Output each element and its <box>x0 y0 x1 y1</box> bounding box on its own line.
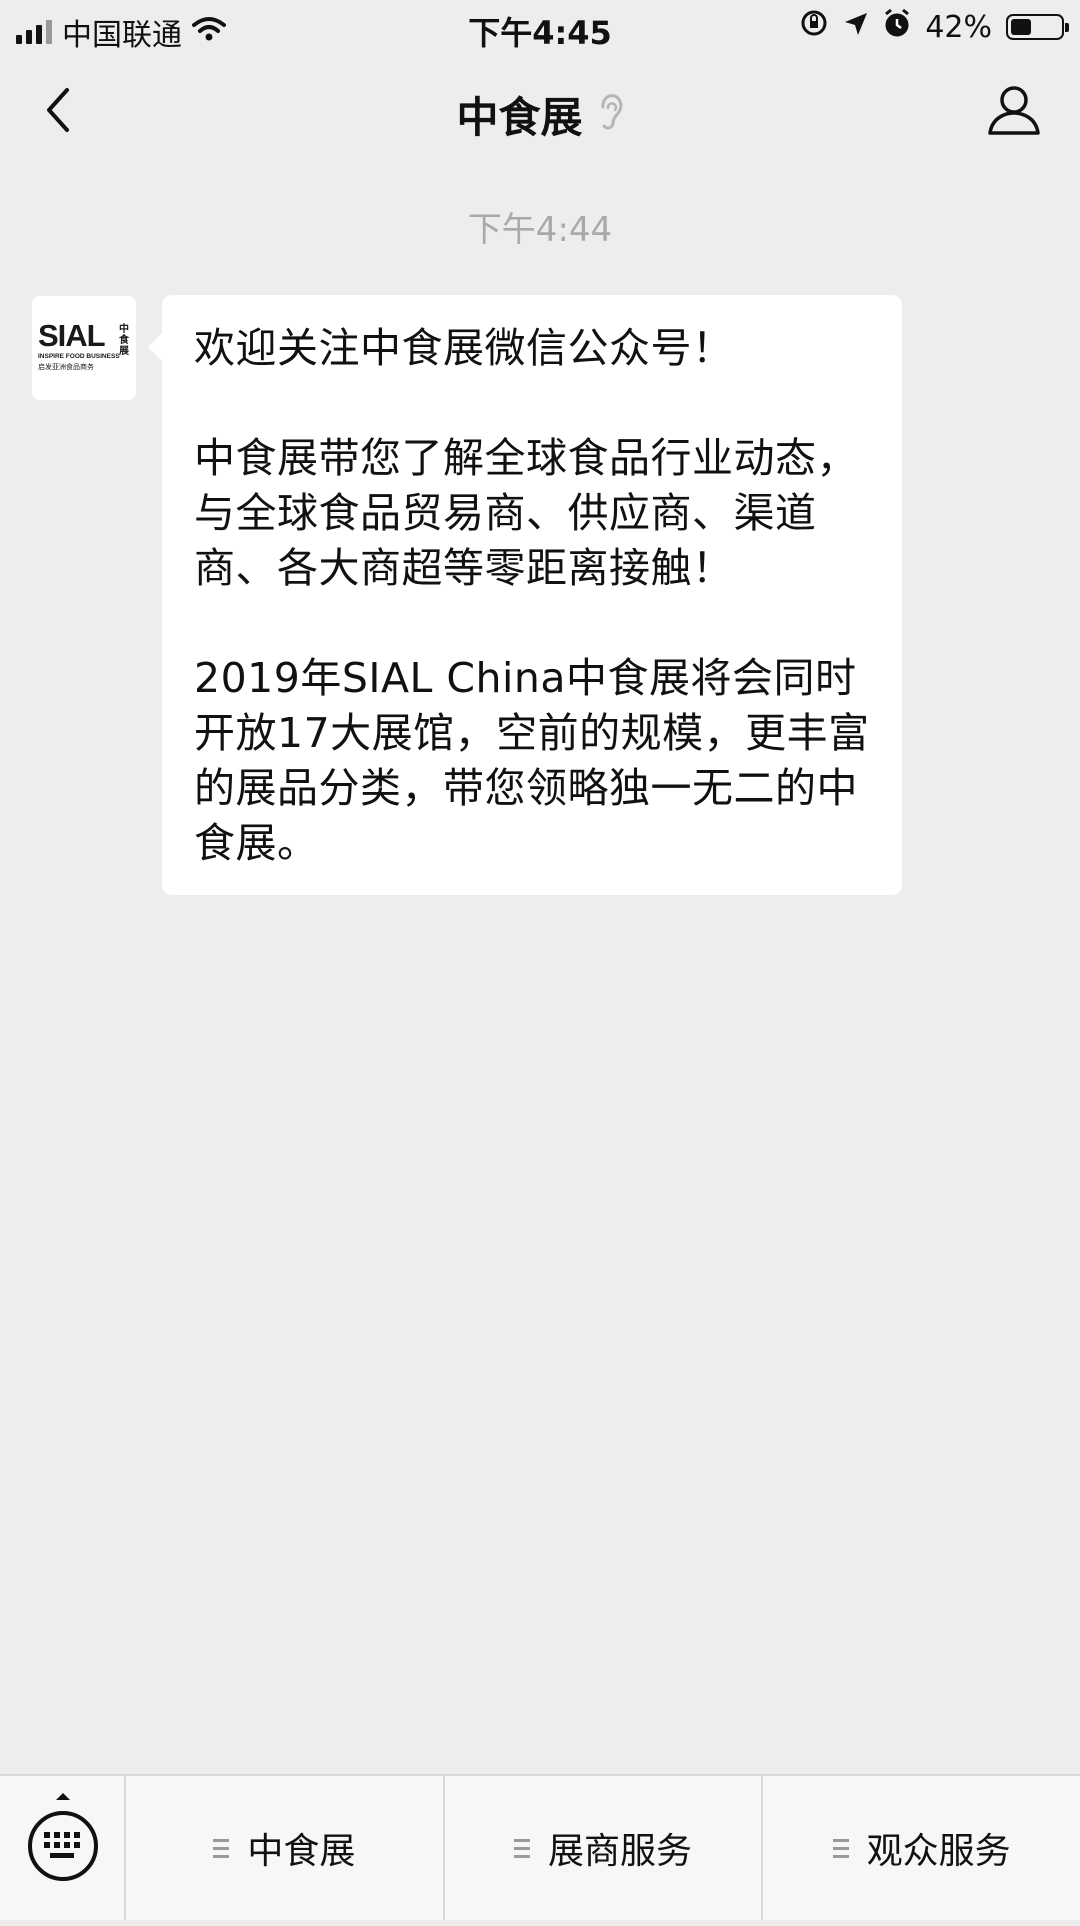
message-bubble[interactable]: 欢迎关注中食展微信公众号！ 中食展带您了解全球食品行业动态，与全球食品贸易商、供… <box>148 295 902 895</box>
menu-list-icon <box>514 1838 530 1858</box>
status-bar: 中国联通 下午4:45 42% <box>0 0 1080 56</box>
message-timestamp: 下午4:44 <box>467 210 613 250</box>
alarm-icon <box>883 8 911 46</box>
keyboard-icon <box>28 1793 98 1881</box>
nav-title-wrap: 中食展 <box>0 84 1080 145</box>
svg-text:中: 中 <box>119 322 129 335</box>
message-paragraph: 2019年SIAL China中食展将会同时开放17大展馆，空前的规模，更丰富的… <box>194 654 870 867</box>
svg-text:食: 食 <box>118 333 130 346</box>
battery-icon <box>1006 14 1069 40</box>
status-bar-right: 42% <box>799 8 1069 46</box>
battery-fill <box>1011 19 1031 35</box>
avatar[interactable]: SIAL 中 食 展 INSPIRE FOOD BUSINESS 启发亚洲食品商… <box>32 296 136 400</box>
menu-item-label: 中食展 <box>247 1831 356 1872</box>
svg-text:INSPIRE FOOD BUSINESS: INSPIRE FOOD BUSINESS <box>38 353 120 360</box>
menu-list-icon <box>832 1838 849 1858</box>
nav-bar: 中食展 <box>0 56 1080 164</box>
menu-list-icon <box>213 1838 230 1858</box>
profile-button[interactable] <box>986 82 1042 138</box>
bottom-menu: 中食展 展商服务 观众服务 <box>0 1774 1080 1920</box>
menu-item-zhongshizhan[interactable]: 中食展 <box>126 1776 445 1920</box>
ear-icon[interactable] <box>598 93 624 137</box>
location-arrow-icon <box>843 10 869 45</box>
svg-text:展: 展 <box>119 345 129 357</box>
orientation-lock-icon <box>799 8 829 46</box>
menu-item-label: 展商服务 <box>548 1831 693 1872</box>
page-title: 中食展 <box>456 93 583 142</box>
message-paragraph: 欢迎关注中食展微信公众号！ <box>194 324 734 372</box>
sial-logo: SIAL 中 食 展 INSPIRE FOOD BUSINESS 启发亚洲食品商… <box>38 318 130 371</box>
profile-icon <box>988 86 1040 135</box>
keyboard-toggle-button[interactable] <box>0 1776 126 1920</box>
svg-text:启发亚洲食品商务: 启发亚洲食品商务 <box>38 362 94 371</box>
battery-percent: 42% <box>925 9 992 45</box>
menu-item-label: 观众服务 <box>866 1831 1011 1872</box>
menu-item-visitor-services[interactable]: 观众服务 <box>763 1776 1080 1920</box>
message-paragraph: 中食展带您了解全球食品行业动态，与全球食品贸易商、供应商、渠道商、各大商超等零距… <box>194 434 858 592</box>
svg-text:SIAL: SIAL <box>38 318 105 353</box>
menu-item-exhibitor-services[interactable]: 展商服务 <box>445 1776 764 1920</box>
